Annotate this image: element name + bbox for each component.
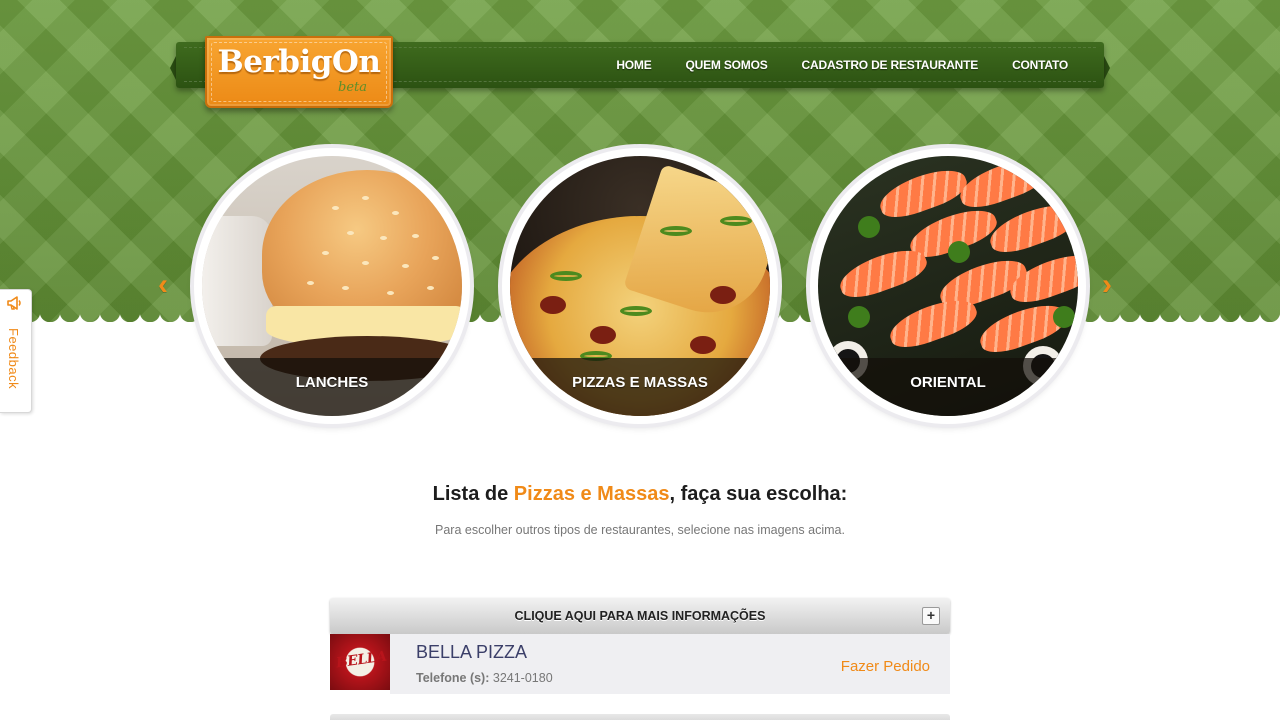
phone-number: 3241-0180 (492, 671, 553, 685)
category-image-sushi: ORIENTAL (818, 156, 1078, 416)
restaurant-phone: Telefone (s): 3241-0180 (416, 671, 553, 685)
brand-name: BerbigOn (217, 44, 381, 80)
category-lanches[interactable]: LANCHES (194, 148, 470, 424)
feedback-label: Feedback (6, 328, 21, 390)
brand-tag: beta (338, 80, 367, 95)
restaurant-name[interactable]: BELLA PIZZA (416, 642, 527, 663)
category-label: ORIENTAL (818, 358, 1078, 416)
heading-highlight: Pizzas e Massas (513, 483, 670, 505)
order-link[interactable]: Fazer Pedido (841, 658, 930, 675)
feedback-tab[interactable]: Feedback (0, 289, 32, 413)
page-subtitle: Para escolher outros tipos de restaurant… (435, 523, 845, 537)
heading-prefix: Lista de (432, 483, 514, 505)
nav-cadastro-restaurante[interactable]: CADASTRO DE RESTAURANTE (802, 58, 979, 72)
more-info-bar[interactable]: CLIQUE AQUI PARA MAIS INFORMAÇÕES + (330, 598, 950, 634)
expand-plus-icon[interactable]: + (922, 607, 940, 625)
nav-contato[interactable]: CONTATO (1012, 58, 1068, 72)
next-info-bar[interactable] (330, 714, 950, 720)
heading-suffix: , faça sua escolha: (669, 483, 848, 505)
main-nav: HOME QUEM SOMOS CADASTRO DE RESTAURANTE … (616, 58, 1068, 72)
restaurant-details: BELLA PIZZA Telefone (s): 3241-0180 Faze… (390, 634, 950, 694)
restaurant-logo: BELLA (330, 634, 390, 690)
category-pizzas-e-massas[interactable]: PIZZAS E MASSAS (502, 148, 778, 424)
carousel-prev-icon[interactable]: ‹ (158, 270, 168, 300)
restaurant-row: BELLA BELLA PIZZA Telefone (s): 3241-018… (330, 634, 950, 694)
more-info-label: CLIQUE AQUI PARA MAIS INFORMAÇÕES (514, 609, 766, 623)
category-image-burger: LANCHES (202, 156, 462, 416)
page-heading: Lista de Pizzas e Massas, faça sua escol… (0, 483, 1280, 506)
megaphone-icon (4, 294, 26, 314)
category-label: PIZZAS E MASSAS (510, 358, 770, 416)
nav-quem-somos[interactable]: QUEM SOMOS (686, 58, 768, 72)
nav-home[interactable]: HOME (616, 58, 651, 72)
category-oriental[interactable]: ORIENTAL (810, 148, 1086, 424)
restaurant-logo-text: BELLA (335, 648, 388, 672)
category-image-pizza: PIZZAS E MASSAS (510, 156, 770, 416)
phone-label: Telefone (s): (416, 671, 490, 685)
carousel-next-icon[interactable]: › (1102, 270, 1112, 300)
brand-logo[interactable]: BerbigOn beta (205, 36, 393, 108)
category-label: LANCHES (202, 358, 462, 416)
